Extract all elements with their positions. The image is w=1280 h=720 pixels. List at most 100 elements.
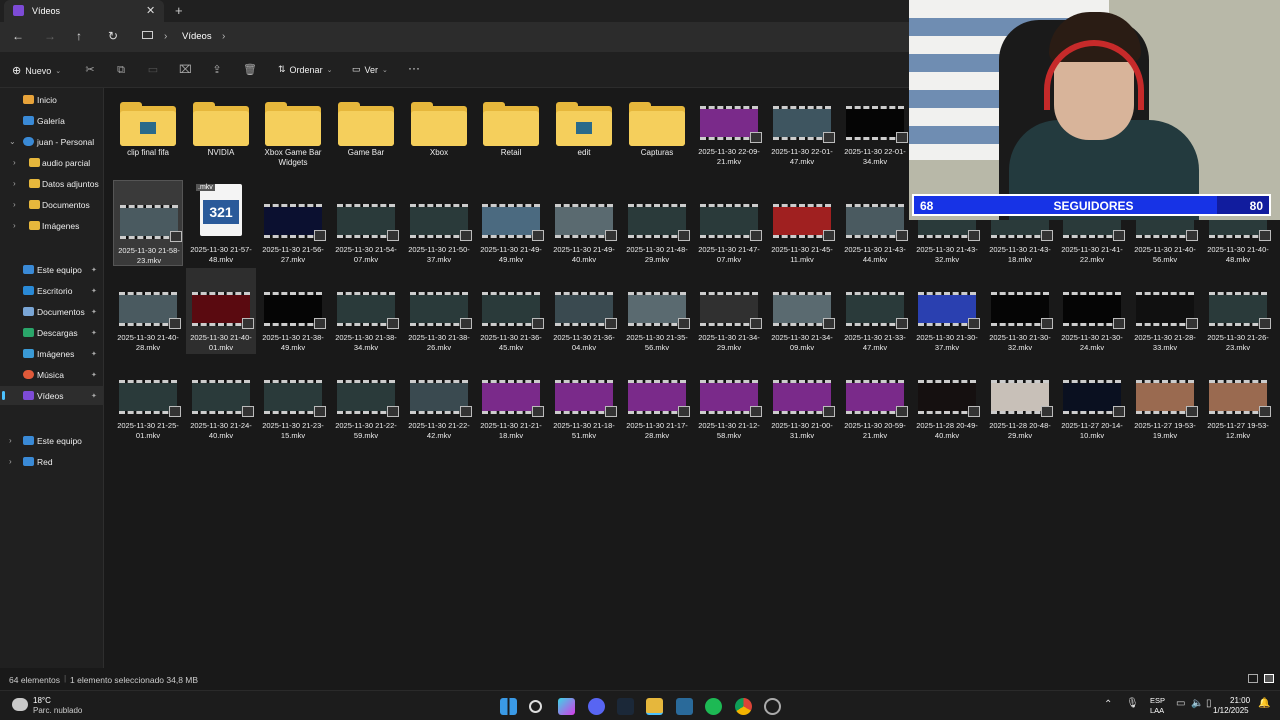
start-icon[interactable] xyxy=(500,698,517,715)
sidebar-item-descargas[interactable]: Descargas ✦ xyxy=(0,323,104,342)
keyboard-layout[interactable]: LAA xyxy=(1150,706,1164,715)
sidebar-item-videos[interactable]: Vídeos ✦ xyxy=(0,386,104,405)
chrome-icon[interactable] xyxy=(735,698,752,715)
folder-item[interactable]: Xbox xyxy=(404,92,474,178)
folder-item[interactable]: Game Bar xyxy=(331,92,401,178)
pin-icon[interactable]: ✦ xyxy=(91,392,97,400)
sidebar-item-imagenes[interactable]: Imágenes ✦ xyxy=(0,344,104,363)
video-file-item[interactable]: 2025-11-30 21-50-37.mkv xyxy=(404,180,474,266)
more-options-icon[interactable]: ··· xyxy=(408,61,420,75)
video-file-item[interactable]: 2025-11-30 21-12-58.mkv xyxy=(694,356,764,442)
forward-arrow-icon[interactable]: → xyxy=(44,29,56,43)
pin-icon[interactable]: ✦ xyxy=(91,308,97,316)
chevron-right-icon[interactable]: › xyxy=(13,221,16,230)
video-file-item[interactable]: 2025-11-30 21-23-15.mkv xyxy=(258,356,328,442)
video-file-item[interactable]: 2025-11-30 21-38-26.mkv xyxy=(404,268,474,354)
sidebar-item-musica[interactable]: Música ✦ xyxy=(0,365,104,384)
breadcrumb-videos[interactable]: Vídeos xyxy=(182,31,212,42)
video-file-item[interactable]: 2025-11-30 21-38-49.mkv xyxy=(258,268,328,354)
view-button[interactable]: ▭ Ver ⌄ xyxy=(352,64,388,75)
weather-desc[interactable]: Parc. nublado xyxy=(33,706,82,715)
delete-icon[interactable]: 🗑 xyxy=(243,64,257,76)
address-bar[interactable]: › Vídeos › xyxy=(134,26,904,48)
video-file-item[interactable]: 2025-11-30 21-34-09.mkv xyxy=(767,268,837,354)
video-file-item[interactable]: 2025-11-30 21-40-28.mkv xyxy=(113,268,183,354)
video-file-item[interactable]: 2025-11-30 21-47-07.mkv xyxy=(694,180,764,266)
sidebar-item-datos-adjuntos[interactable]: › Datos adjuntos xyxy=(0,174,104,193)
video-file-item[interactable]: 2025-11-30 21-26-23.mkv xyxy=(1203,268,1273,354)
notification-icon[interactable]: 🔔 xyxy=(1258,698,1270,709)
sidebar-item-escritorio[interactable]: Escritorio ✦ xyxy=(0,281,104,300)
video-file-item[interactable]: 2025-11-30 21-48-29.mkv xyxy=(622,180,692,266)
up-arrow-icon[interactable]: ↑ xyxy=(76,29,82,43)
clock-time[interactable]: 21:00 xyxy=(1230,696,1250,705)
pin-icon[interactable]: ✦ xyxy=(91,329,97,337)
pin-icon[interactable]: ✦ xyxy=(91,350,97,358)
folder-item[interactable]: edit xyxy=(549,92,619,178)
discord-icon[interactable] xyxy=(588,698,605,715)
search-icon[interactable] xyxy=(529,700,542,713)
video-file-item[interactable]: 2025-11-30 21-40-01.mkv xyxy=(186,268,256,354)
video-file-item[interactable]: 2025-11-30 21-56-27.mkv xyxy=(258,180,328,266)
volume-icon[interactable]: 🔈 xyxy=(1191,698,1203,709)
folder-item[interactable]: Xbox Game Bar Widgets xyxy=(258,92,328,178)
microphone-icon[interactable]: 🎙 xyxy=(1126,698,1139,709)
obs-icon[interactable] xyxy=(764,698,781,715)
chevron-right-icon[interactable]: › xyxy=(9,436,12,445)
video-file-item[interactable]: 2025-11-30 21-49-49.mkv xyxy=(476,180,546,266)
new-tab-button[interactable]: + xyxy=(175,3,183,18)
sidebar-item-este-equipo-quick[interactable]: Este equipo ✦ xyxy=(0,260,104,279)
video-file-item[interactable]: 2025-11-30 21-30-32.mkv xyxy=(985,268,1055,354)
refresh-icon[interactable]: ↻ xyxy=(108,29,118,43)
video-file-item[interactable]: 2025-11-30 21-25-01.mkv xyxy=(113,356,183,442)
video-file-item[interactable]: 2025-11-30 21-36-45.mkv xyxy=(476,268,546,354)
paste-icon[interactable]: ▭ xyxy=(147,64,159,76)
video-file-item[interactable]: 2025-11-30 21-30-24.mkv xyxy=(1057,268,1127,354)
weather-temp[interactable]: 18°C xyxy=(33,696,51,705)
pin-icon[interactable]: ✦ xyxy=(91,266,97,274)
folder-item[interactable]: NVIDIA xyxy=(186,92,256,178)
sidebar-item-red[interactable]: › Red xyxy=(0,452,104,471)
video-file-item[interactable]: 2025-11-28 20-48-29.mkv xyxy=(985,356,1055,442)
chevron-right-icon[interactable]: › xyxy=(13,158,16,167)
video-file-item[interactable]: 2025-11-30 21-58-23.mkv xyxy=(113,180,183,266)
network-icon[interactable]: ▭ xyxy=(1176,698,1185,709)
video-file-item[interactable]: 2025-11-30 21-00-31.mkv xyxy=(767,356,837,442)
video-file-item[interactable]: 2025-11-30 21-30-37.mkv xyxy=(912,268,982,354)
video-file-item[interactable]: 2025-11-30 21-24-40.mkv xyxy=(186,356,256,442)
video-file-item[interactable]: 2025-11-30 22-09-21.mkv xyxy=(694,82,764,168)
chevron-right-icon[interactable]: › xyxy=(13,179,16,188)
pin-icon[interactable]: ✦ xyxy=(91,287,97,295)
chevron-down-icon[interactable]: ⌄ xyxy=(9,137,16,146)
video-file-item[interactable]: 2025-11-30 21-18-51.mkv xyxy=(549,356,619,442)
video-file-item[interactable]: 2025-11-30 21-43-44.mkv xyxy=(840,180,910,266)
folder-item[interactable]: clip final fifa xyxy=(113,92,183,178)
tiles-view-icon[interactable] xyxy=(1264,674,1274,683)
sidebar-item-imagenes-od[interactable]: › Imágenes xyxy=(0,216,104,235)
language-indicator[interactable]: ESP xyxy=(1150,696,1165,705)
video-file-item[interactable]: 2025-11-30 21-22-59.mkv xyxy=(331,356,401,442)
close-tab-icon[interactable]: ✕ xyxy=(146,4,155,17)
steam-icon[interactable] xyxy=(617,698,634,715)
copilot-icon[interactable] xyxy=(558,698,575,715)
sidebar-item-audio-parcial[interactable]: › audio parcial xyxy=(0,153,104,172)
video-file-item[interactable]: 2025-11-27 19-53-12.mkv xyxy=(1203,356,1273,442)
sidebar-item-documentos-od[interactable]: › Documentos xyxy=(0,195,104,214)
tab-videos[interactable]: Vídeos ✕ xyxy=(4,0,164,22)
sidebar-item-inicio[interactable]: Inicio xyxy=(0,90,104,109)
video-file-item[interactable]: 2025-11-30 21-54-07.mkv xyxy=(331,180,401,266)
cut-icon[interactable]: ✂ xyxy=(84,64,96,76)
sidebar-item-este-equipo[interactable]: › Este equipo xyxy=(0,431,104,450)
video-file-item[interactable]: .mkv 321 2025-11-30 21-57-48.mkv xyxy=(186,180,256,266)
video-file-item[interactable]: 2025-11-30 21-38-34.mkv xyxy=(331,268,401,354)
video-file-item[interactable]: 2025-11-30 21-34-29.mkv xyxy=(694,268,764,354)
video-file-item[interactable]: 2025-11-30 20-59-21.mkv xyxy=(840,356,910,442)
folder-item[interactable]: Retail xyxy=(476,92,546,178)
spotify-icon[interactable] xyxy=(705,698,722,715)
battery-icon[interactable]: ▯ xyxy=(1206,698,1212,709)
video-file-item[interactable]: 2025-11-30 21-45-11.mkv xyxy=(767,180,837,266)
video-file-item[interactable]: 2025-11-30 21-22-42.mkv xyxy=(404,356,474,442)
video-file-item[interactable]: 2025-11-28 20-49-40.mkv xyxy=(912,356,982,442)
video-file-item[interactable]: 2025-11-30 21-49-40.mkv xyxy=(549,180,619,266)
video-file-item[interactable]: 2025-11-30 21-17-28.mkv xyxy=(622,356,692,442)
